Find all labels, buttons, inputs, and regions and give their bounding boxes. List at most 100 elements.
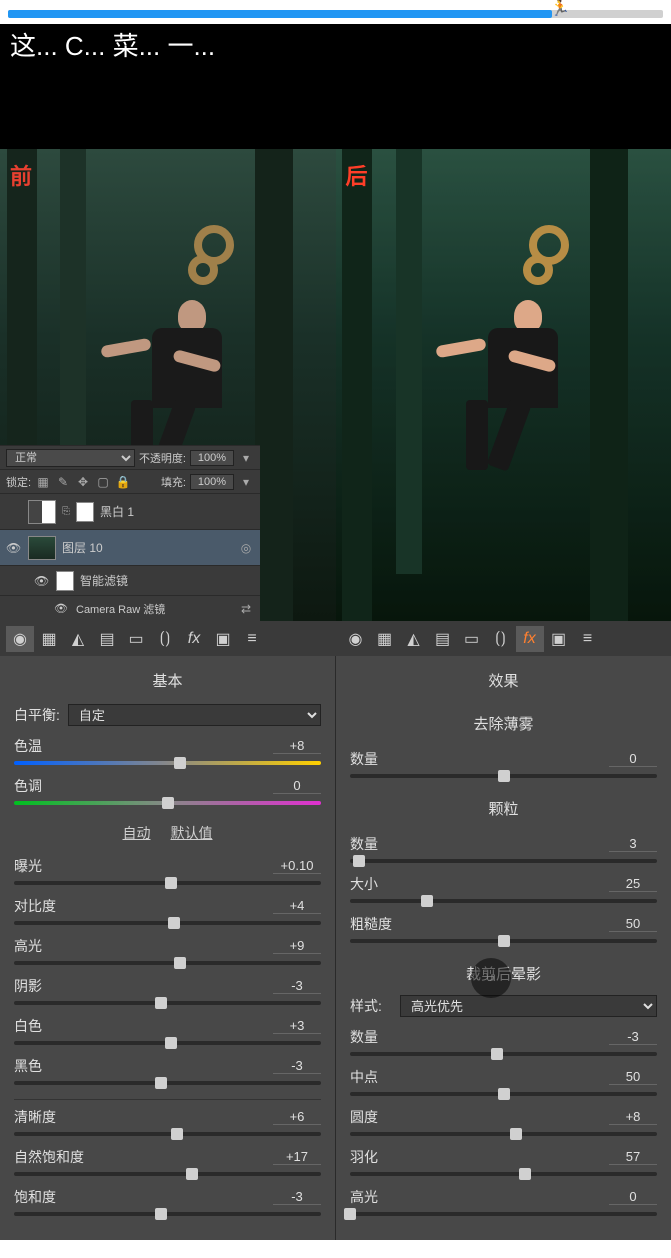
runner-icon: 🏃 [550, 0, 570, 18]
lens-tab-icon[interactable]: ⟮⟯ [487, 626, 515, 652]
vig-highlights-label: 高光 [350, 1187, 378, 1207]
vig-round-slider[interactable] [350, 1128, 657, 1140]
basic-tab-icon[interactable]: ◉ [342, 626, 370, 652]
lock-pixels-icon[interactable]: ▦ [35, 474, 51, 490]
opacity-input[interactable] [190, 450, 234, 466]
whites-slider[interactable] [14, 1037, 321, 1049]
vig-feather-slider[interactable] [350, 1168, 657, 1180]
grain-size-slider[interactable] [350, 895, 657, 907]
mask-thumb[interactable] [76, 502, 94, 522]
vig-feather-label: 羽化 [350, 1147, 378, 1167]
lock-artboard-icon[interactable]: ▢ [95, 474, 111, 490]
lens-tab-icon[interactable]: ⟮⟯ [151, 626, 179, 652]
fx-tab-icon[interactable]: fx [180, 626, 208, 652]
layer-10[interactable]: 👁 图层 10 ◎ [0, 529, 260, 565]
vig-round-label: 圆度 [350, 1107, 378, 1127]
contrast-value[interactable]: +4 [273, 898, 321, 914]
curve-tab-icon[interactable]: ▦ [35, 626, 63, 652]
white-balance-label: 白平衡: [14, 705, 60, 725]
auto-button[interactable]: 自动 [123, 823, 151, 843]
chevron-down-icon[interactable]: ▾ [238, 450, 254, 466]
lock-position-icon[interactable]: ✥ [75, 474, 91, 490]
vig-amount-slider[interactable] [350, 1048, 657, 1060]
vibrance-value[interactable]: +17 [273, 1149, 321, 1165]
temp-value[interactable]: +8 [273, 738, 321, 754]
split-tab-icon[interactable]: ▭ [458, 626, 486, 652]
fill-label: 填充: [161, 474, 186, 490]
vig-highlights-value[interactable]: 0 [609, 1189, 657, 1205]
saturation-value[interactable]: -3 [273, 1189, 321, 1205]
presets-tab-icon[interactable]: ≡ [238, 626, 266, 652]
grain-rough-value[interactable]: 50 [609, 916, 657, 932]
default-button[interactable]: 默认值 [171, 823, 213, 843]
after-image: 后 [336, 149, 671, 621]
grain-amount-slider[interactable] [350, 855, 657, 867]
intro-text: 这... C... 菜... 一... [0, 24, 671, 149]
basic-tab-icon[interactable]: ◉ [6, 626, 34, 652]
split-tab-icon[interactable]: ▭ [122, 626, 150, 652]
blend-mode-select[interactable]: 正常 [6, 449, 135, 467]
shadows-value[interactable]: -3 [273, 978, 321, 994]
camera-raw-filter-row[interactable]: 👁 Camera Raw 滤镜 ⇄ [0, 595, 260, 621]
dehaze-amount-label: 数量 [350, 749, 378, 769]
hsl-tab-icon[interactable]: ▤ [429, 626, 457, 652]
temp-slider[interactable] [14, 757, 321, 769]
vig-round-value[interactable]: +8 [609, 1109, 657, 1125]
clarity-slider[interactable] [14, 1128, 321, 1140]
fill-input[interactable] [190, 474, 234, 490]
filter-mask-thumb[interactable] [56, 571, 74, 591]
panel-title: 基本 [14, 664, 321, 701]
filter-options-icon[interactable]: ⇄ [238, 601, 254, 617]
contrast-slider[interactable] [14, 917, 321, 929]
smart-filters-row[interactable]: 👁 智能滤镜 [0, 565, 260, 595]
opacity-label: 不透明度: [139, 450, 186, 466]
vig-highlights-slider[interactable] [350, 1208, 657, 1220]
highlights-value[interactable]: +9 [273, 938, 321, 954]
dehaze-amount-slider[interactable] [350, 770, 657, 782]
hsl-tab-icon[interactable]: ▤ [93, 626, 121, 652]
after-label: 后 [346, 159, 368, 191]
clarity-value[interactable]: +6 [273, 1109, 321, 1125]
vig-feather-value[interactable]: 57 [609, 1149, 657, 1165]
vig-style-select[interactable]: 高光优先 [400, 995, 657, 1017]
vig-amount-value[interactable]: -3 [609, 1029, 657, 1045]
highlights-label: 高光 [14, 936, 42, 956]
vibrance-slider[interactable] [14, 1168, 321, 1180]
shadows-slider[interactable] [14, 997, 321, 1009]
visibility-icon[interactable]: 👁 [34, 574, 50, 588]
vig-midpoint-value[interactable]: 50 [609, 1069, 657, 1085]
lock-label: 锁定: [6, 474, 31, 490]
whites-value[interactable]: +3 [273, 1018, 321, 1034]
grain-size-label: 大小 [350, 874, 378, 894]
vig-amount-label: 数量 [350, 1027, 378, 1047]
curve-tab-icon[interactable]: ▦ [371, 626, 399, 652]
dehaze-amount-value[interactable]: 0 [609, 751, 657, 767]
vig-midpoint-slider[interactable] [350, 1088, 657, 1100]
blacks-value[interactable]: -3 [273, 1058, 321, 1074]
tint-slider[interactable] [14, 797, 321, 809]
detail-tab-icon[interactable]: ◭ [400, 626, 428, 652]
lock-all-icon[interactable]: 🔒 [115, 474, 131, 490]
visibility-icon[interactable]: 👁 [54, 602, 70, 615]
white-balance-select[interactable]: 自定 [68, 704, 321, 726]
highlights-slider[interactable] [14, 957, 321, 969]
saturation-slider[interactable] [14, 1208, 321, 1220]
camera-tab-icon[interactable]: ▣ [209, 626, 237, 652]
camera-tab-icon[interactable]: ▣ [545, 626, 573, 652]
layer-name: 黑白 1 [100, 503, 134, 520]
grain-rough-slider[interactable] [350, 935, 657, 947]
fx-tab-icon[interactable]: fx [516, 626, 544, 652]
before-after-images: 前 后 [0, 149, 671, 621]
exposure-slider[interactable] [14, 877, 321, 889]
chevron-down-icon[interactable]: ▾ [238, 474, 254, 490]
exposure-value[interactable]: +0.10 [273, 858, 321, 874]
tint-value[interactable]: 0 [273, 778, 321, 794]
grain-size-value[interactable]: 25 [609, 876, 657, 892]
blacks-slider[interactable] [14, 1077, 321, 1089]
layer-bw[interactable]: ⎘ 黑白 1 [0, 493, 260, 529]
presets-tab-icon[interactable]: ≡ [574, 626, 602, 652]
detail-tab-icon[interactable]: ◭ [64, 626, 92, 652]
visibility-icon[interactable]: 👁 [6, 541, 22, 555]
grain-amount-value[interactable]: 3 [609, 836, 657, 852]
lock-brush-icon[interactable]: ✎ [55, 474, 71, 490]
